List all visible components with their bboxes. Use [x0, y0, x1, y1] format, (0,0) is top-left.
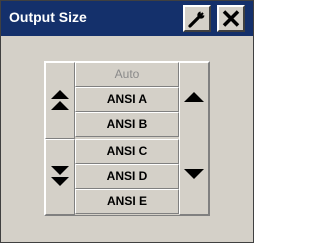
scroll-down-button[interactable] — [180, 139, 208, 214]
scroll-to-first-button[interactable] — [45, 62, 75, 139]
double-up-arrow-icon — [51, 90, 69, 110]
size-option-ansi-e[interactable]: ANSI E — [75, 189, 179, 214]
size-selector: Auto ANSI A ANSI B ANSI C ANSI D ANSI E — [44, 61, 210, 216]
size-option-auto[interactable]: Auto — [75, 62, 179, 87]
scroll-up-button[interactable] — [180, 63, 208, 139]
up-arrow-icon — [184, 92, 204, 102]
output-size-dialog: Output Size Auto ANSI A ANSI B ANSI C AN… — [0, 0, 254, 243]
close-icon — [222, 10, 240, 27]
size-list: Auto ANSI A ANSI B ANSI C ANSI D ANSI E — [75, 62, 179, 215]
close-button[interactable] — [217, 5, 245, 32]
scroll-step-buttons — [179, 62, 209, 215]
double-down-arrow-icon — [51, 166, 69, 186]
size-option-ansi-a[interactable]: ANSI A — [75, 87, 179, 112]
size-option-ansi-b[interactable]: ANSI B — [75, 112, 179, 137]
size-option-ansi-d[interactable]: ANSI D — [75, 164, 179, 189]
window-title: Output Size — [9, 9, 87, 25]
title-bar[interactable]: Output Size — [1, 1, 253, 36]
wrench-icon — [188, 11, 205, 28]
down-arrow-icon — [184, 169, 204, 179]
size-option-ansi-c[interactable]: ANSI C — [75, 139, 179, 164]
settings-button[interactable] — [183, 5, 211, 32]
scroll-to-last-button[interactable] — [45, 139, 75, 215]
